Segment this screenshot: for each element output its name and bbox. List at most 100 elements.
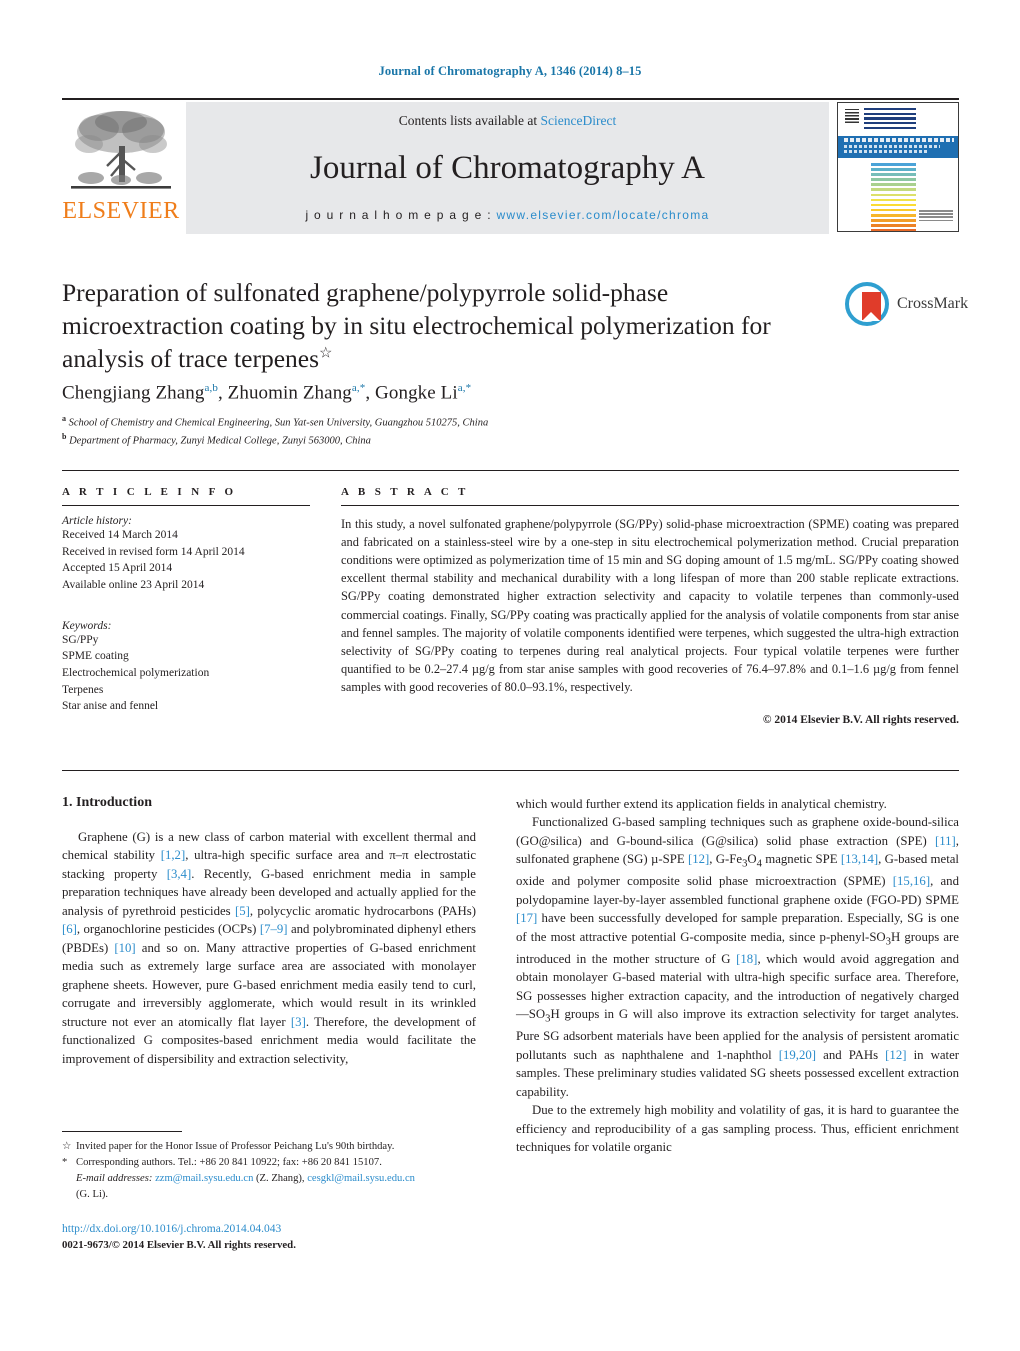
article-history-item: Received in revised form 14 April 2014: [62, 545, 245, 558]
contents-prefix: Contents lists available at: [398, 113, 541, 128]
abstract-copyright: © 2014 Elsevier B.V. All rights reserved…: [762, 714, 959, 727]
cover-spectrum-bar: [871, 173, 916, 176]
affiliation-line: a School of Chemistry and Chemical Engin…: [62, 413, 862, 431]
footnote-block: ☆ Invited paper for the Honor Issue of Pr…: [62, 1139, 482, 1203]
doi-link[interactable]: http://dx.doi.org/10.1016/j.chroma.2014.…: [62, 1221, 502, 1238]
citation-link[interactable]: [3,4]: [167, 867, 192, 881]
citation-link[interactable]: [18]: [736, 952, 757, 966]
cover-spectrum-bar: [871, 163, 916, 166]
citation-link[interactable]: [7–9]: [260, 922, 288, 936]
cover-spectrum-bar: [871, 229, 916, 231]
sciencedirect-link[interactable]: ScienceDirect: [541, 113, 617, 128]
email-note-body: E-mail addresses: zzm@mail.sysu.edu.cn (…: [76, 1171, 482, 1203]
subscript: 3: [885, 936, 891, 948]
author-affiliation-mark: a,*: [351, 382, 366, 394]
email-link-1[interactable]: zzm@mail.sysu.edu.cn: [155, 1173, 253, 1184]
citation-link[interactable]: [6]: [62, 922, 77, 936]
elsevier-logo: ELSEVIER: [62, 102, 180, 234]
email-author-2: (G. Li).: [76, 1188, 109, 1200]
email-note-row: E-mail addresses: zzm@mail.sysu.edu.cn (…: [62, 1171, 482, 1203]
info-section-bottom-rule: [62, 770, 959, 771]
crossmark-label: CrossMark: [897, 295, 969, 312]
keyword-item: SG/PPy: [62, 633, 99, 646]
paragraph: Graphene (G) is a new class of carbon ma…: [62, 830, 477, 1066]
article-history-item: Available online 23 April 2014: [62, 579, 205, 592]
article-history-list: Received 14 March 2014 Received in revise…: [62, 527, 310, 594]
email-note-mark: [62, 1171, 76, 1203]
citation-link[interactable]: [11]: [935, 834, 956, 848]
author-separator: ,: [217, 382, 228, 404]
keyword-item: SPME coating: [62, 650, 129, 663]
abstract-heading: A B S T R A C T: [341, 486, 469, 498]
author-name: Gongke Li: [375, 382, 458, 404]
citation-link[interactable]: [12]: [688, 852, 709, 866]
author-affiliation-mark: a,b: [204, 382, 218, 394]
cover-spectrum-bars: [871, 163, 916, 231]
elsevier-wordmark: ELSEVIER: [62, 198, 180, 224]
title-area: Preparation of sulfonated graphene/polyp…: [62, 276, 822, 375]
citation-link[interactable]: [19,20]: [779, 1048, 816, 1062]
paragraph: Due to the extremely high mobility and v…: [516, 1103, 959, 1155]
citation-link[interactable]: [13,14]: [841, 852, 878, 866]
cover-top-bars: [864, 108, 916, 131]
journal-homepage-line: j o u r n a l h o m e p a g e : www.else…: [305, 208, 709, 222]
homepage-url-link[interactable]: www.elsevier.com/locate/chroma: [496, 208, 709, 222]
citation-link[interactable]: [5]: [235, 904, 250, 918]
cover-spectrum-bar: [871, 183, 916, 186]
cover-title-band: [838, 136, 958, 158]
affiliation-line: b Department of Pharmacy, Zunyi Medical …: [62, 431, 862, 449]
author-list: Chengjiang Zhanga,b, Zhuomin Zhanga,*, G…: [62, 382, 471, 404]
citation-link[interactable]: [12]: [885, 1048, 906, 1062]
footnote-rule: [62, 1131, 182, 1132]
article-info-column: A R T I C L E I N F O Article history: R…: [62, 486, 310, 715]
crossmark-badge[interactable]: CrossMark: [845, 282, 968, 334]
homepage-prefix: j o u r n a l h o m e p a g e :: [305, 208, 497, 222]
elsevier-tree-icon: [71, 111, 171, 189]
cover-publisher-mark: [919, 210, 953, 226]
keywords-list: SG/PPy SPME coating Electrochemical polyme…: [62, 632, 310, 715]
author-name: Zhuomin Zhang: [227, 382, 352, 404]
title-footnote-mark: ☆: [319, 345, 333, 362]
cover-spectrum-bar: [871, 168, 916, 171]
cover-spectrum-bar: [871, 219, 916, 222]
keywords-label: Keywords:: [62, 619, 112, 632]
journal-cover-thumbnail: [837, 102, 959, 232]
footnote-row: ☆ Invited paper for the Honor Issue of Pr…: [62, 1139, 482, 1155]
cover-spectrum-bar: [871, 198, 916, 202]
email-author-1: (Z. Zhang),: [253, 1172, 308, 1184]
contents-available-line: Contents lists available at ScienceDirec…: [399, 113, 616, 129]
article-history-item: Received 14 March 2014: [62, 529, 178, 541]
cover-spectrum-bar: [871, 224, 916, 227]
citation-link[interactable]: [3]: [291, 1015, 306, 1029]
body-column-right: which would further extend its applicati…: [516, 795, 959, 1157]
subscript: 3: [545, 1013, 551, 1025]
citation-link[interactable]: [1,2]: [161, 848, 186, 862]
page-title: Preparation of sulfonated graphene/polyp…: [62, 276, 822, 375]
article-history-item: Accepted 15 April 2014: [62, 562, 173, 575]
email-addresses-label: E-mail addresses:: [76, 1172, 153, 1184]
article-page: Journal of Chromatography A, 1346 (2014)…: [0, 0, 1020, 1351]
journal-masthead: ELSEVIER Contents lists available at Sci…: [62, 98, 959, 234]
article-info-heading: A R T I C L E I N F O: [62, 486, 237, 498]
affiliation-list: a School of Chemistry and Chemical Engin…: [62, 413, 862, 448]
email-link-2[interactable]: cesgkl@mail.sysu.edu.cn: [307, 1173, 415, 1184]
keywords-block: Keywords: SG/PPy SPME coating Electrochemi…: [62, 620, 310, 715]
citation-link[interactable]: [10]: [114, 941, 135, 955]
footnote-mark: ☆: [62, 1141, 72, 1152]
body-column-left: 1. Introduction Graphene (G) is a new cl…: [62, 795, 476, 1068]
cover-spectrum-bar: [871, 193, 916, 197]
paragraph: which would further extend its applicati…: [516, 797, 887, 811]
citation-link[interactable]: [15,16]: [893, 874, 930, 888]
subscript: 3: [742, 859, 748, 870]
footer-doi-block: http://dx.doi.org/10.1016/j.chroma.2014.…: [62, 1221, 502, 1253]
introduction-left-text: Graphene (G) is a new class of carbon ma…: [62, 828, 476, 1068]
article-title-text: Preparation of sulfonated graphene/polyp…: [62, 278, 771, 374]
crossmark-circle-icon: [845, 282, 889, 326]
journal-band: Contents lists available at ScienceDirec…: [186, 102, 829, 234]
abstract-rule: [341, 505, 959, 506]
footnote-rows: ☆ Invited paper for the Honor Issue of Pr…: [62, 1139, 482, 1171]
citation-link[interactable]: [17]: [516, 911, 537, 925]
author-name: Chengjiang Zhang: [62, 382, 205, 404]
journal-title: Journal of Chromatography A: [309, 150, 706, 186]
footnote-text: Invited paper for the Honor Issue of Pro…: [76, 1141, 395, 1152]
